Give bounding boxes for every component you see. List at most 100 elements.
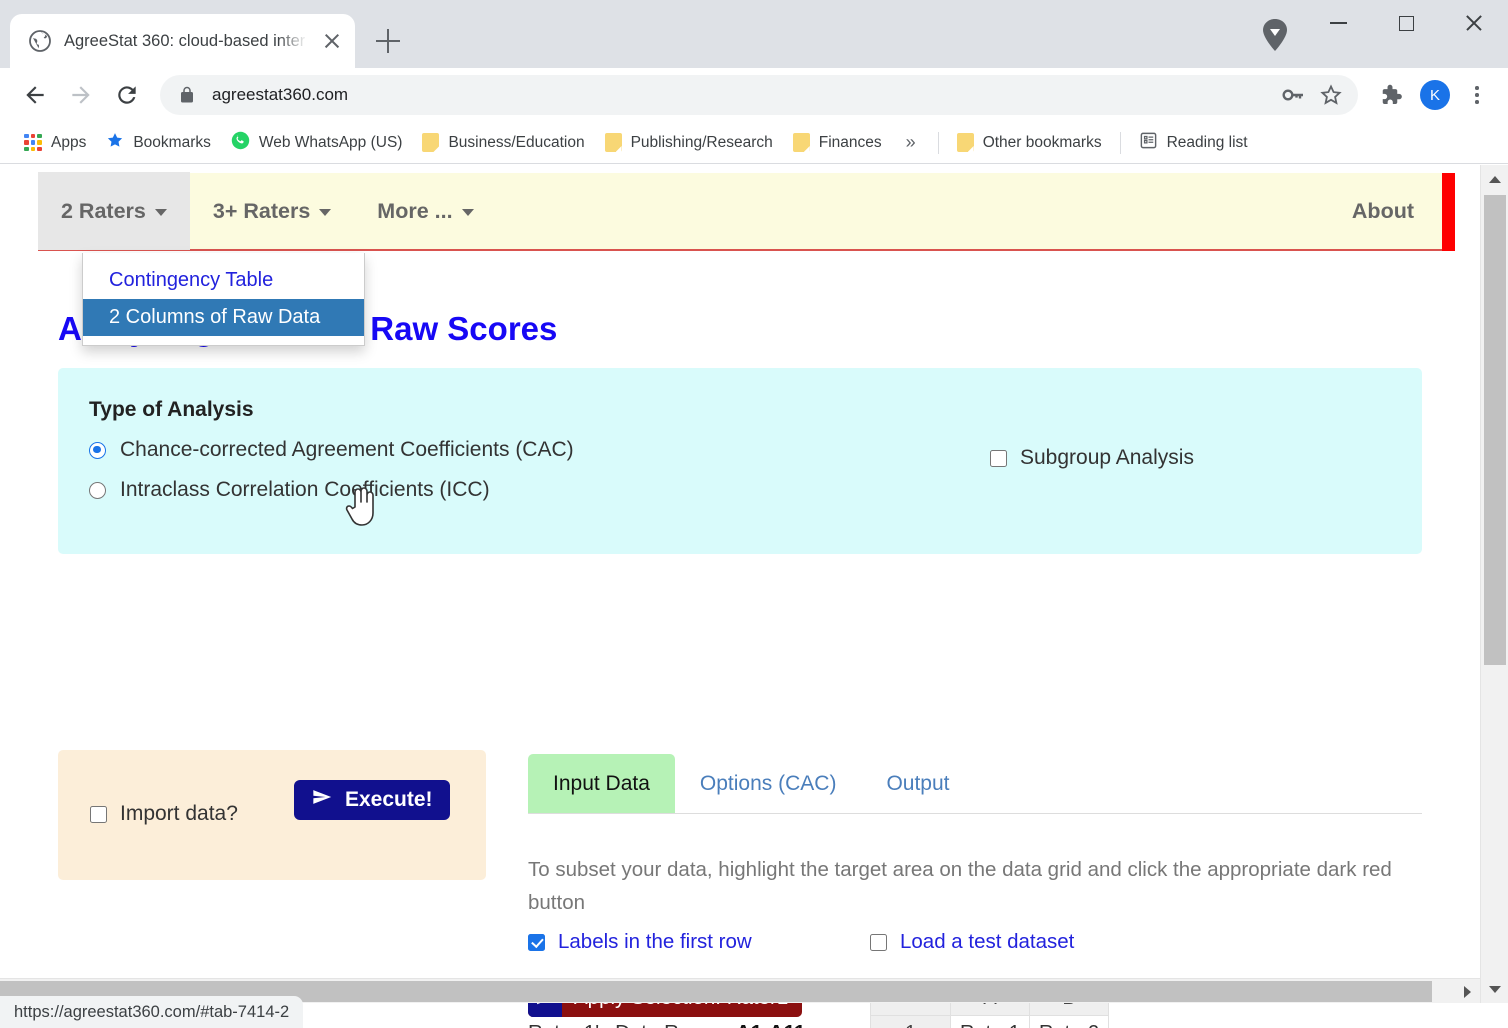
url-text: agreestat360.com [212,85,349,104]
minimize-button[interactable] [1304,0,1372,46]
radio-button-icc[interactable] [89,481,106,499]
radio-option-cac[interactable]: Chance-corrected Agreement Coefficients … [89,438,574,462]
address-bar[interactable]: agreestat360.com [160,75,1358,115]
checkbox-subgroup-analysis[interactable]: Subgroup Analysis [990,446,1194,470]
import-data-label: Import data? [120,802,238,825]
tab-output[interactable]: Output [861,754,974,813]
checkbox-labels-first-row[interactable]: Labels in the first row [528,930,752,954]
subgroup-analysis-checkbox[interactable] [990,449,1007,467]
update-badge-icon[interactable] [1262,18,1288,52]
tab-options-cac[interactable]: Options (CAC) [675,754,862,813]
bookmark-web-whatsapp[interactable]: Web WhatsApp (US) [221,127,413,159]
vertical-scrollbar[interactable] [1480,165,1508,1003]
reload-icon[interactable] [106,74,148,116]
bookmark-label: Web WhatsApp (US) [258,133,403,151]
site-navbar: 2 Raters 3+ Raters More ... About [38,172,1442,251]
import-data-checkbox[interactable] [90,805,107,823]
reading-list-button[interactable]: Reading list [1129,127,1258,159]
close-window-button[interactable] [1440,0,1508,46]
star-icon[interactable] [1318,82,1344,108]
labels-first-row-label: Labels in the first row [558,930,752,953]
vertical-scrollbar-thumb[interactable] [1484,195,1506,665]
chevron-down-icon [154,209,167,216]
radio-option-icc[interactable]: Intraclass Correlation Coefficients (ICC… [89,478,490,502]
load-test-dataset-label: Load a test dataset [900,930,1075,953]
paper-plane-icon [311,786,333,814]
new-tab-button[interactable] [365,18,411,64]
scroll-right-arrow-icon[interactable] [1454,979,1480,1004]
bookmark-folder-business-education[interactable]: Business/Education [412,129,594,156]
folder-icon [792,133,810,152]
browser-toolbar: agreestat360.com K [0,68,1508,122]
nav-item-3-plus-raters[interactable]: 3+ Raters [190,172,354,250]
bookmark-label: Bookmarks [133,133,211,151]
globe-icon [28,29,52,53]
scroll-down-arrow-icon[interactable] [1481,975,1508,1003]
nav-label: 3+ Raters [212,198,311,223]
bookmark-label: Publishing/Research [630,133,773,151]
nav-item-2-raters[interactable]: 2 Raters [38,172,190,250]
forward-arrow-icon[interactable] [60,74,102,116]
page-viewport: 2 Raters 3+ Raters More ... About Analyz… [0,165,1508,1028]
web-page: 2 Raters 3+ Raters More ... About Analyz… [0,165,1480,1028]
grid-cell[interactable]: Rater1 [949,1015,1031,1028]
chevron-down-icon [319,209,332,216]
bookmarks-bar: Apps Bookmarks Web WhatsApp (US) Busines… [0,122,1508,164]
maximize-button[interactable] [1372,0,1440,46]
nav-item-about[interactable]: About [1329,172,1442,250]
key-icon[interactable] [1280,82,1306,108]
reading-list-icon [1139,131,1158,155]
checkbox-load-test-dataset[interactable]: Load a test dataset [870,930,1074,954]
apps-grid-icon [24,133,42,152]
star-icon [106,131,124,154]
dropdown-menu-2-raters: Contingency Table 2 Columns of Raw Data [82,253,365,346]
checkbox-import-data[interactable]: Import data? [90,802,238,826]
load-test-dataset-checkbox[interactable] [870,933,887,951]
import-execute-panel: Import data? Execute! [58,750,486,880]
bookmark-label: Business/Education [448,133,585,151]
rater1-range-value: A1:A11 [736,1021,806,1028]
bookmark-apps[interactable]: Apps [14,130,96,156]
close-tab-icon[interactable] [319,28,345,54]
three-dot-menu-icon[interactable] [1460,78,1494,112]
dropdown-item-2-columns-raw-data[interactable]: 2 Columns of Raw Data [83,299,364,336]
bookmark-folder-finances[interactable]: Finances [783,129,892,156]
labels-first-row-checkbox[interactable] [528,933,545,951]
bookmark-label: Apps [51,133,87,151]
radio-label-cac: Chance-corrected Agreement Coefficients … [120,438,574,461]
grid-cell[interactable]: Rater2 [1029,1015,1110,1028]
execute-button[interactable]: Execute! [294,780,450,820]
puzzle-piece-icon[interactable] [1370,75,1410,115]
whatsapp-icon [231,131,250,155]
lock-icon [174,82,200,108]
execute-button-label: Execute! [345,788,433,811]
panel-heading: Type of Analysis [89,398,254,421]
browser-window: AgreeStat 360: cloud-based inter agreest… [0,0,1508,1028]
rater1-range-prefix: Rater 1's Data Range: [528,1021,736,1028]
scroll-up-arrow-icon[interactable] [1481,165,1508,193]
folder-icon [422,133,440,152]
nav-label: 2 Raters [61,198,146,223]
profile-avatar[interactable]: K [1420,80,1450,110]
nav-label: About [1351,198,1414,223]
tab-strip: AgreeStat 360: cloud-based inter [0,0,1508,68]
bookmark-label: Finances [818,133,882,151]
back-arrow-icon[interactable] [14,74,56,116]
grid-row-header[interactable]: 1 [870,1015,951,1028]
bookmark-bookmarks[interactable]: Bookmarks [96,127,221,158]
type-of-analysis-panel: Type of Analysis Chance-corrected Agreem… [58,368,1422,554]
tab-input-data[interactable]: Input Data [528,754,675,813]
table-row[interactable]: 1 Rater1 Rater2 [870,1015,1110,1028]
bookmarks-overflow-button[interactable]: » [892,132,930,153]
rater1-data-range: Rater 1's Data Range: A1:A11 [528,1021,805,1028]
bookmark-folder-publishing-research[interactable]: Publishing/Research [595,129,783,156]
radio-label-icc: Intraclass Correlation Coefficients (ICC… [120,478,490,501]
other-bookmarks-button[interactable]: Other bookmarks [947,129,1112,156]
tab-title: AgreeStat 360: cloud-based inter [64,31,306,50]
browser-tab[interactable]: AgreeStat 360: cloud-based inter [10,14,355,68]
content-tabs: Input Data Options (CAC) Output [528,754,1422,814]
dropdown-item-contingency-table[interactable]: Contingency Table [83,262,364,299]
nav-item-more[interactable]: More ... [354,172,496,250]
help-text: To subset your data, highlight the targe… [528,858,1392,914]
radio-button-cac[interactable] [89,441,106,459]
